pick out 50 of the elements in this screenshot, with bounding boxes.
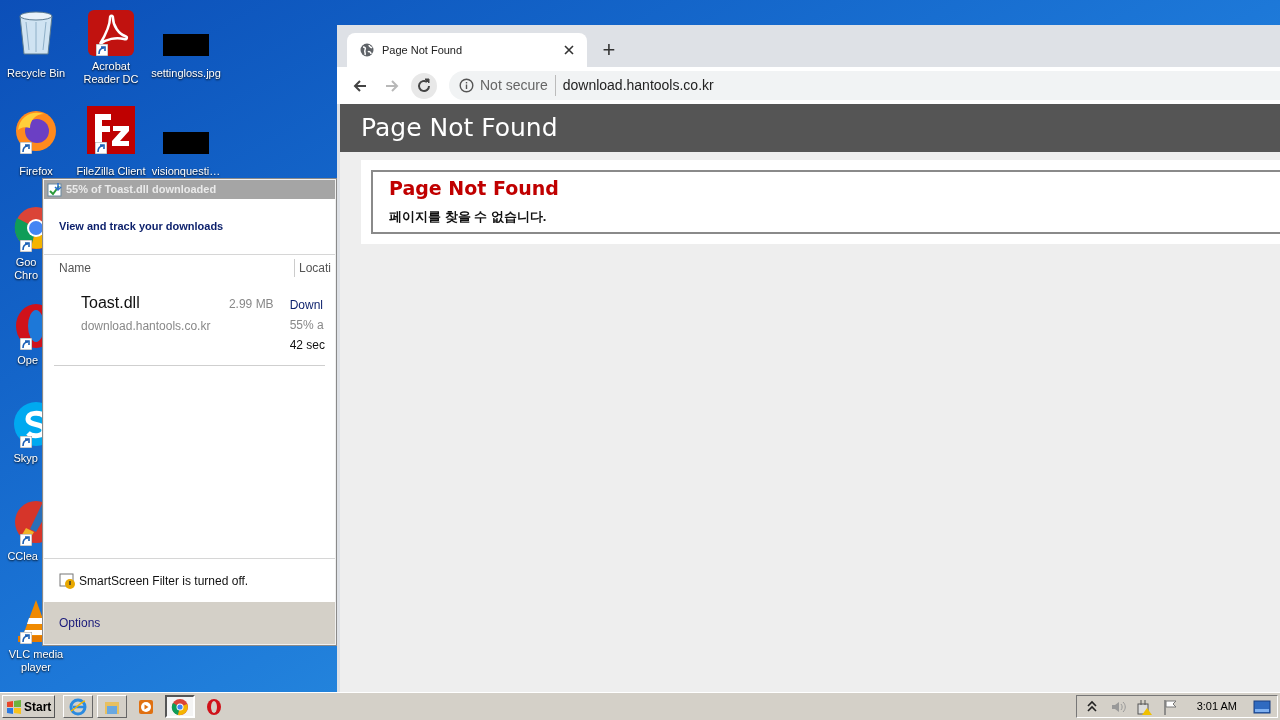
icon-label: visionquesti… [151,165,221,178]
folder-icon[interactable] [97,695,128,718]
icon-label: settingloss.jpg [151,67,221,80]
icon-label: CClea [7,550,38,563]
clock: 3:01 AM [1196,699,1237,715]
browser-tab[interactable]: Page Not Found [347,33,587,67]
column-header[interactable]: Locati [294,259,332,277]
icon-label: Recycle Bin [6,67,66,80]
column-header[interactable]: Name [44,259,294,277]
security-label: Not secure [480,75,556,96]
icon-label: VLC media player [7,648,65,674]
shield-warning-icon [59,572,76,589]
status-message: SmartScreen Filter is turned off. [79,572,249,590]
show-desktop-icon[interactable] [1253,698,1271,715]
round-logo-icon[interactable] [165,695,196,718]
icon-label: Firefox [19,165,53,178]
file-size: 2.99 MB [228,296,274,313]
window-title: 55% of Toast.dll downloaded [66,182,217,198]
file-name: Toast.dll [81,293,140,313]
reload-icon[interactable] [411,72,437,99]
pdf-app-icon[interactable] [88,10,134,56]
browser-e-icon[interactable] [63,695,94,718]
download-icon [47,181,63,198]
icon-label: Ope [17,354,38,367]
status-text: 55% a [289,317,325,334]
icon-label: Acrobat Reader DC [82,60,140,86]
address-bar[interactable]: Not secure download.hantools.co.kr [449,71,1280,100]
icon-label: Skyp [13,452,38,465]
icon-label: Goo Chro [14,256,38,282]
tab-title: Page Not Found [382,42,464,58]
windows-logo-icon [6,698,22,715]
letters-fz-icon[interactable] [87,106,135,154]
status-text: 42 sec [289,337,325,354]
new-tab-button[interactable]: + [597,33,621,67]
source-url: download.hantools.co.kr [81,318,212,335]
network-warning-icon[interactable] [1134,697,1153,716]
icon-label: FileZilla Client [76,165,146,178]
image-thumbnail[interactable] [163,132,209,154]
heading: View and track your downloads [59,219,224,235]
error-message: 페이지를 찾을 수 없습니다. [389,207,548,226]
start-button[interactable]: Start [2,695,56,718]
close-icon[interactable] [564,45,574,55]
url-text: download.hantools.co.kr [561,76,714,95]
status-text: Downl [289,297,324,314]
page-title: Page Not Found [361,112,558,145]
options-link[interactable]: Options [59,614,101,632]
image-thumbnail[interactable] [163,34,209,56]
info-icon[interactable] [459,78,474,93]
globe-icon [360,43,374,57]
error-title: Page Not Found [389,176,560,201]
